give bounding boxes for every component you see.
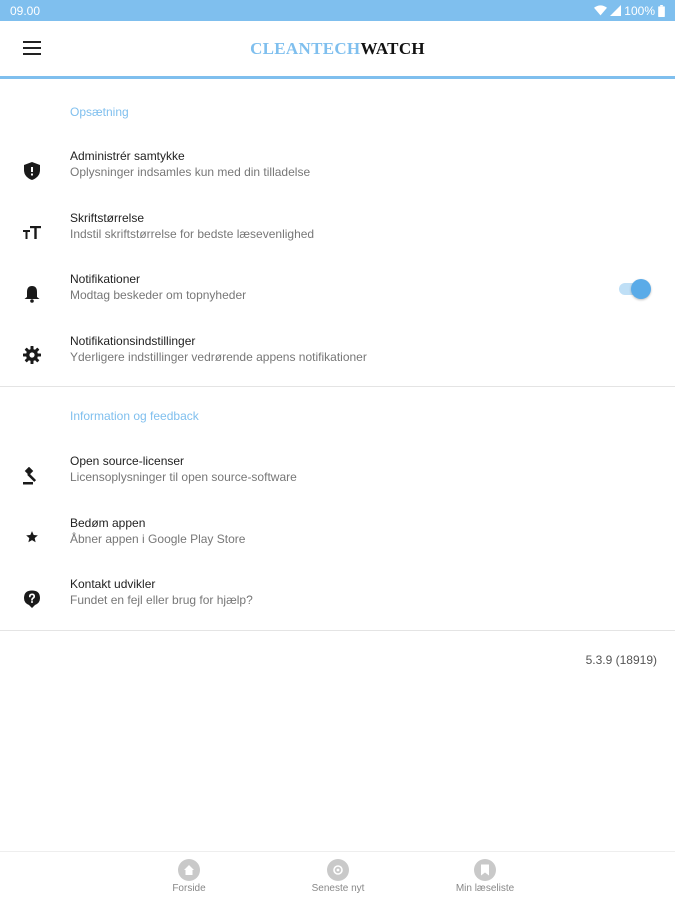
setting-font-size[interactable]: Skriftstørrelse Indstil skriftstørrelse … (0, 202, 675, 264)
app-version: 5.3.9 (18919) (585, 652, 657, 667)
setting-subtitle: Fundet en fejl eller brug for hjælp? (70, 593, 253, 607)
setting-subtitle: Oplysninger indsamles kun med din tillad… (70, 165, 311, 179)
nav-label: Seneste nyt (311, 883, 365, 894)
section-header-info-feedback: Information og feedback (70, 409, 199, 423)
setting-contact-developer[interactable]: Kontakt udvikler Fundet en fejl eller br… (0, 568, 675, 630)
setting-subtitle: Licensoplysninger til open source-softwa… (70, 470, 297, 484)
status-time: 09.00 (10, 3, 41, 18)
nav-label: Forside (172, 883, 206, 894)
nav-label: Min læseliste (455, 883, 515, 894)
app-bar: CLEANTECHWATCH (0, 21, 675, 79)
wifi-icon (594, 5, 608, 16)
logo-part-cleantech: CLEANTECH (250, 39, 361, 58)
battery-percent: 100% (624, 3, 655, 18)
toggle-thumb (631, 279, 651, 299)
setting-title: Skriftstørrelse (70, 210, 145, 225)
setting-notifications[interactable]: Notifikationer Modtag beskeder om topnyh… (0, 263, 675, 325)
setting-rate-app[interactable]: Bedøm appen Åbner appen i Google Play St… (0, 507, 675, 569)
battery-icon (658, 4, 665, 17)
bottom-navigation: Forside Seneste nyt Min læseliste (0, 851, 675, 900)
font-size-icon (22, 222, 42, 242)
app-logo: CLEANTECHWATCH (0, 39, 675, 59)
logo-part-watch: WATCH (360, 39, 425, 58)
signal-icon (610, 5, 622, 16)
setting-manage-consent[interactable]: Administrér samtykke Oplysninger indsaml… (0, 140, 675, 202)
setting-subtitle: Modtag beskeder om topnyheder (70, 288, 247, 302)
setting-title: Open source-licenser (70, 454, 185, 468)
setting-title: Administrér samtykke (70, 149, 185, 163)
setting-subtitle: Indstil skriftstørrelse for bedste læsev… (70, 226, 315, 241)
settings-list: Opsætning Administrér samtykke Oplysning… (0, 82, 675, 689)
setting-title: Bedøm appen (70, 515, 146, 530)
help-icon (22, 589, 42, 609)
setting-subtitle: Yderligere indstillinger vedrørende appe… (70, 349, 367, 364)
status-bar: 09.00 100% (0, 0, 675, 21)
setting-title: Notifikationer (70, 272, 141, 286)
setting-open-source-licenses[interactable]: Open source-licenser Licensoplysninger t… (0, 445, 675, 507)
home-icon (178, 859, 200, 881)
setting-title: Kontakt udvikler (70, 577, 156, 591)
latest-news-icon (327, 859, 349, 881)
nav-item-reading-list[interactable]: Min læseliste (430, 859, 540, 894)
setting-title: Notifikationsindstillinger (70, 333, 196, 348)
bell-icon (22, 284, 42, 304)
gavel-icon (22, 466, 42, 486)
setting-notification-settings[interactable]: Notifikationsindstillinger Yderligere in… (0, 325, 675, 387)
nav-item-latest-news[interactable]: Seneste nyt (283, 859, 393, 894)
status-indicators: 100% (594, 4, 665, 18)
setting-subtitle: Åbner appen i Google Play Store (70, 531, 246, 546)
gear-icon (22, 345, 42, 365)
nav-item-home[interactable]: Forside (134, 859, 244, 894)
bookmark-icon (474, 859, 496, 881)
notifications-toggle[interactable] (619, 279, 653, 299)
shield-icon (22, 161, 42, 181)
section-header-setup: Opsætning (70, 105, 129, 119)
star-icon (22, 527, 42, 547)
